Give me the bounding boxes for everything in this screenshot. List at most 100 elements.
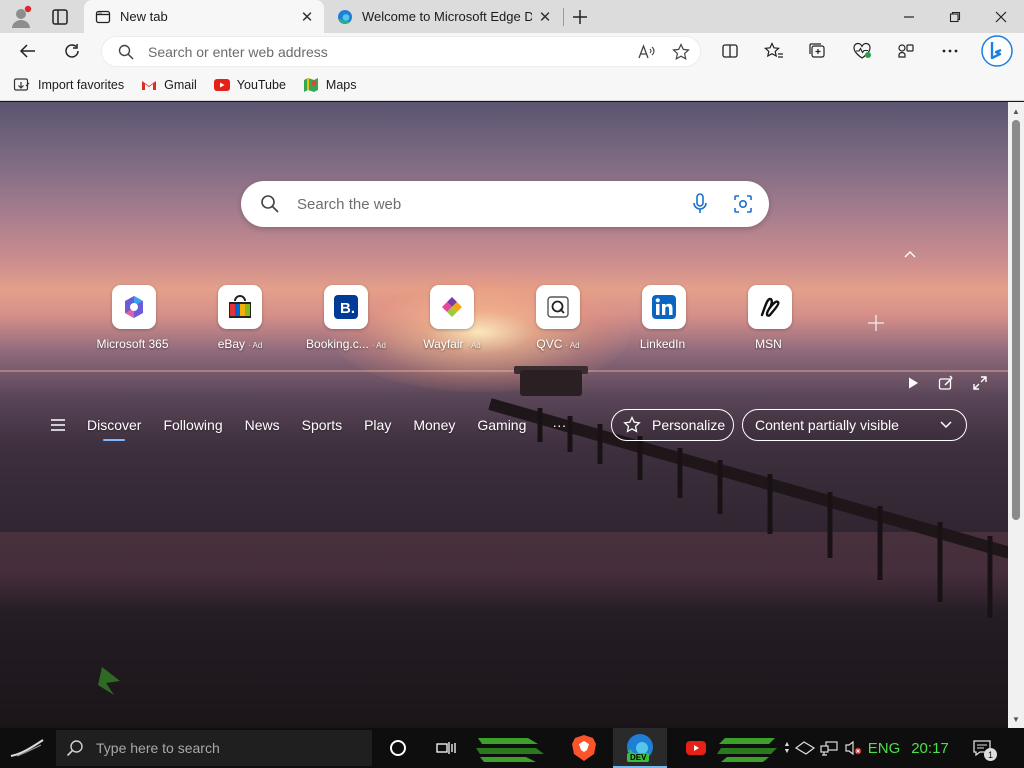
razer-tray-icon xyxy=(795,741,815,755)
tab-actions-icon[interactable] xyxy=(48,6,72,28)
close-tab-icon[interactable]: ✕ xyxy=(532,4,558,30)
content-visibility-dropdown[interactable]: Content partially visible xyxy=(742,409,967,441)
tab-new-tab[interactable]: New tab ✕ xyxy=(84,0,324,33)
feed-tab-sports[interactable]: Sports xyxy=(302,411,342,439)
web-search-input[interactable] xyxy=(297,189,683,219)
youtube-icon xyxy=(686,741,706,755)
favorites-list-icon xyxy=(764,42,783,58)
tray-app-icon[interactable] xyxy=(794,728,816,768)
content-visibility-label: Content partially visible xyxy=(755,417,899,433)
back-button[interactable] xyxy=(12,35,44,67)
ad-badge: · Ad xyxy=(565,341,580,350)
tab-welcome-edge-dev[interactable]: Welcome to Microsoft Edge Dev ✕ xyxy=(326,0,562,33)
personalize-button[interactable]: Personalize xyxy=(611,409,734,441)
page-scrollbar[interactable]: ▲ ▼ xyxy=(1008,102,1024,728)
edit-background-button[interactable] xyxy=(935,372,957,394)
collapse-chevron-icon[interactable] xyxy=(900,245,920,265)
quick-link-label: eBay xyxy=(217,337,246,351)
bing-chat-button[interactable] xyxy=(980,34,1014,68)
tray-up-icon: ▲ xyxy=(783,741,791,748)
quick-link-wayfair[interactable]: Wayfair · Ad xyxy=(402,285,502,355)
input-language-indicator[interactable]: ENG xyxy=(864,728,904,768)
address-input[interactable] xyxy=(148,38,632,65)
refresh-button[interactable] xyxy=(56,35,88,67)
show-hidden-icons-button[interactable]: ▲ ▼ xyxy=(782,728,792,768)
quick-link-label: Microsoft 365 xyxy=(96,337,169,351)
quick-link-booking[interactable]: B. Booking.c... · Ad xyxy=(296,285,396,355)
action-center-button[interactable]: 1 xyxy=(964,728,1000,768)
add-quick-link-button[interactable] xyxy=(865,312,887,334)
feed-more-button[interactable]: ··· xyxy=(552,417,566,433)
network-status-button[interactable] xyxy=(818,728,840,768)
feed-tab-following[interactable]: Following xyxy=(163,411,222,439)
feed-menu-icon[interactable] xyxy=(48,415,68,435)
quick-link-microsoft365[interactable]: Microsoft 365 xyxy=(84,285,184,355)
split-screen-button[interactable] xyxy=(714,35,746,67)
visual-search-icon[interactable] xyxy=(717,194,769,214)
quick-link-qvc[interactable]: QVC · Ad xyxy=(508,285,608,355)
play-background-button[interactable] xyxy=(902,372,924,394)
favorites-button[interactable] xyxy=(758,35,790,67)
taskbar-app-brave[interactable] xyxy=(566,728,602,768)
scroll-down-icon[interactable]: ▼ xyxy=(1012,715,1020,724)
voice-search-icon[interactable] xyxy=(683,193,717,215)
brave-lion-icon xyxy=(572,735,596,761)
close-tab-icon[interactable]: ✕ xyxy=(294,4,320,30)
maps-icon xyxy=(303,78,318,92)
quick-link-ebay[interactable]: eBay · Ad xyxy=(190,285,290,355)
cortana-button[interactable] xyxy=(382,728,414,768)
scroll-up-icon[interactable]: ▲ xyxy=(1012,107,1020,116)
feed-navigation: Discover Following News Sports Play Mone… xyxy=(48,409,566,441)
collections-icon xyxy=(809,43,825,58)
quick-link-label: Booking.c... xyxy=(306,337,369,351)
feed-tab-money[interactable]: Money xyxy=(413,411,455,439)
edge-dev-badge: DEV xyxy=(627,753,650,762)
taskbar-search-box[interactable]: Type here to search xyxy=(56,730,372,766)
plus-icon xyxy=(573,10,587,24)
extensions-button[interactable] xyxy=(890,35,922,67)
ad-badge: · Ad xyxy=(248,341,263,350)
quick-links: Microsoft 365 eBay · Ad B. Booking.c... · … xyxy=(84,285,844,355)
quick-link-linkedin[interactable]: LinkedIn xyxy=(614,285,714,355)
close-icon xyxy=(995,11,1007,22)
plus-icon xyxy=(868,315,884,331)
feed-tab-play[interactable]: Play xyxy=(364,411,391,439)
feed-tab-discover[interactable]: Discover xyxy=(87,411,141,441)
scrollbar-thumb[interactable] xyxy=(1012,120,1020,520)
booking-icon: B. xyxy=(324,285,368,329)
fullscreen-button[interactable] xyxy=(969,372,991,394)
favorites-item-youtube[interactable]: YouTube xyxy=(213,73,286,97)
web-search-box[interactable] xyxy=(241,181,769,227)
volume-button[interactable] xyxy=(842,728,864,768)
profile-avatar-icon[interactable] xyxy=(8,4,34,30)
youtube-icon xyxy=(213,79,230,91)
network-icon xyxy=(820,741,838,756)
favorites-item-gmail[interactable]: Gmail xyxy=(141,73,197,97)
start-button[interactable] xyxy=(0,728,54,768)
favorites-item-maps[interactable]: Maps xyxy=(303,73,357,97)
close-window-button[interactable] xyxy=(978,0,1024,33)
msn-icon xyxy=(748,285,792,329)
feed-tab-gaming[interactable]: Gaming xyxy=(477,411,526,439)
settings-more-button[interactable] xyxy=(934,35,966,67)
minimize-button[interactable] xyxy=(886,0,932,33)
taskbar-app-youtube[interactable] xyxy=(678,728,714,768)
restore-button[interactable] xyxy=(932,0,978,33)
search-icon xyxy=(66,740,83,757)
favorite-star-icon[interactable] xyxy=(662,42,700,61)
favorites-item-import[interactable]: Import favorites xyxy=(13,73,124,97)
new-tab-button[interactable] xyxy=(566,3,594,31)
taskbar-app-edge-dev[interactable]: DEV xyxy=(613,728,667,768)
task-view-button[interactable] xyxy=(430,728,462,768)
favorites-label: Import favorites xyxy=(38,78,125,92)
quick-link-msn[interactable]: MSN xyxy=(720,285,820,355)
feed-tab-news[interactable]: News xyxy=(245,411,280,439)
clock[interactable]: 20:17 xyxy=(906,728,954,768)
read-aloud-icon[interactable] xyxy=(632,43,662,60)
minimize-icon xyxy=(904,15,914,18)
restore-icon xyxy=(949,11,961,22)
collections-button[interactable] xyxy=(802,35,834,67)
address-bar[interactable] xyxy=(101,36,701,67)
browser-essentials-button[interactable] xyxy=(846,35,878,67)
ad-badge: · Ad xyxy=(371,341,386,350)
